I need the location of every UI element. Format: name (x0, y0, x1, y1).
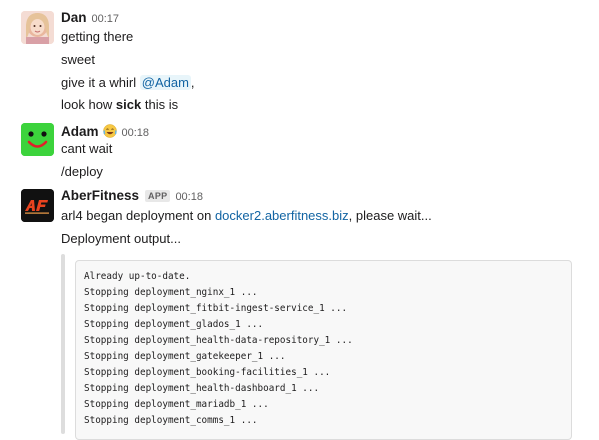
aberfitness-logo-icon (21, 189, 54, 222)
message-text: cant wait (61, 141, 113, 156)
deployment-output-codeblock: Already up-to-date. Stopping deployment_n… (75, 260, 572, 440)
code-output-line: Stopping deployment_mariadb_1 ... (84, 399, 269, 410)
avatar-adam[interactable] (21, 123, 54, 156)
user-mention[interactable]: @Adam (139, 75, 191, 90)
message-text: Deployment output... (61, 231, 181, 246)
message-text: /deploy (61, 164, 103, 179)
avatar-aberfitness[interactable] (21, 189, 54, 222)
code-output-line: Stopping deployment_booking-facilities_1… (84, 367, 331, 378)
attachment-bar (61, 254, 65, 434)
message-text-part: look how (61, 97, 116, 112)
message-text-part: , (190, 75, 195, 90)
avatar-dan[interactable] (21, 11, 54, 44)
timestamp[interactable]: 00:17 (92, 13, 120, 25)
code-output-line: Stopping deployment_glados_1 ... (84, 319, 264, 330)
message-text: look how sick this is (61, 96, 178, 114)
code-output-line: Stopping deployment_health-data-reposito… (84, 335, 353, 346)
code-output-line: Stopping deployment_fitbit-ingest-servic… (84, 303, 348, 314)
message-text: sweet (61, 52, 95, 67)
message-text-part: give it a whirl (61, 75, 140, 90)
code-output-line: Stopping deployment_gatekeeper_1 ... (84, 351, 286, 362)
green-smiley-avatar-icon (21, 123, 54, 156)
message-text: arl4 began deployment on docker2.aberfit… (61, 207, 432, 225)
timestamp[interactable]: 00:18 (122, 127, 150, 139)
timestamp[interactable]: 00:18 (175, 191, 203, 203)
message-text-part: , please wait... (348, 208, 432, 223)
message-text-part: this is (141, 97, 179, 112)
code-output-line: Stopping deployment_health-dashboard_1 .… (84, 383, 320, 394)
sender-name[interactable]: Adam (61, 124, 99, 139)
code-output-line: Stopping deployment_comms_1 ... (84, 415, 258, 426)
woman-avatar-icon (21, 11, 54, 44)
message-header-dan: Dan 00:17 (61, 10, 119, 28)
deployment-host-link[interactable]: docker2.aberfitness.biz (215, 208, 349, 223)
crying-laughing-emoji-icon[interactable] (102, 124, 117, 138)
message-text: give it a whirl @Adam, (61, 74, 195, 92)
message-header-adam: Adam 00:18 (61, 122, 149, 140)
bold-text: sick (115, 97, 142, 112)
message-header-aberfitness: AberFitness APP 00:18 (61, 188, 203, 206)
message-text-part: arl4 began deployment on (61, 208, 215, 223)
sender-name[interactable]: Dan (61, 10, 87, 25)
message-text: getting there (61, 29, 134, 44)
code-output-line: Stopping deployment_nginx_1 ... (84, 287, 258, 298)
app-badge: APP (145, 190, 171, 202)
sender-name[interactable]: AberFitness (61, 188, 139, 203)
code-output-line: Already up-to-date. (84, 271, 191, 282)
